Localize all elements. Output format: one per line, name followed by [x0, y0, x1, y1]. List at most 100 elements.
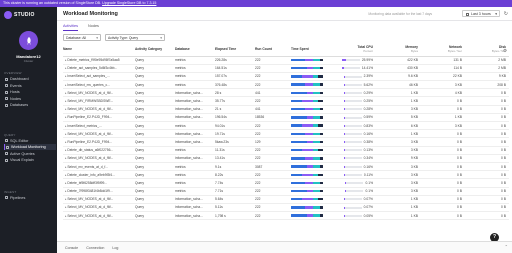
- expand-panel-icon[interactable]: ⌃: [505, 244, 508, 249]
- elapsed-time-cell: 7.74s: [215, 178, 255, 188]
- activity-name-cell[interactable]: ▸ Select_MV_NODES_at_d_f6f...: [63, 195, 135, 204]
- column-header-elapsed-time[interactable]: Elapsed Time: [215, 45, 255, 57]
- time-spent-bar: [291, 91, 323, 95]
- table-row[interactable]: ▸ Delete_bf5f6258dff3f5f99... Query metric…: [63, 178, 509, 188]
- table-row[interactable]: ▸ Delete_metrics_f9f0e95d98f7a5aa5 Query m…: [63, 56, 509, 65]
- time-spent-segment: [302, 198, 314, 201]
- sidebar-item-nodes[interactable]: Nodes: [4, 96, 56, 102]
- refresh-icon[interactable]: ↻: [504, 11, 508, 17]
- tab-nodes[interactable]: Nodes: [88, 24, 99, 31]
- sidebar-item-active-queries[interactable]: Active Queries: [4, 151, 56, 157]
- filter-bar: Database: All ▾ Activity Type: Query ▾: [63, 34, 165, 41]
- upgrade-link[interactable]: Upgrade SingleStore DB to 7.3.15: [102, 1, 156, 5]
- column-header-activity-category[interactable]: Activity Category: [135, 45, 175, 57]
- table-row[interactable]: ▸ Select_MV_NODES_at_d_f6f... Query inform…: [63, 129, 509, 139]
- table-row[interactable]: ▸ InsertSelect_mv_queries_c... Query metri…: [63, 80, 509, 90]
- column-header-time-spent[interactable]: Time Spent: [291, 45, 331, 57]
- time-spent-segment: [291, 214, 307, 217]
- time-spent-segment: [291, 75, 303, 78]
- database-cell: metrics: [175, 56, 215, 65]
- sidebar-item-events[interactable]: Events: [4, 83, 56, 89]
- cpu-value: 2.39%: [363, 74, 373, 79]
- table-row[interactable]: ▸ Select_MV_NODES_at_d_f6f... Query inform…: [63, 105, 509, 114]
- activity-name-cell[interactable]: ▸ Delete_7f998f3481f4b8dd1f9...: [63, 187, 135, 196]
- sidebar-item-databases[interactable]: Databases: [4, 102, 56, 108]
- activity-category-cell: Query: [135, 154, 175, 163]
- table-row[interactable]: ▸ Delete_db_status_a6f022756... Query metr…: [63, 146, 509, 155]
- table-row[interactable]: ▸ RunPipeline_E2.P4JD_F994... Query inform…: [63, 137, 509, 147]
- table-row[interactable]: ▸ Select_mv_events_at_d_f... Query metrics…: [63, 162, 509, 172]
- nav-item-icon: [5, 196, 8, 199]
- tab-log[interactable]: Log: [112, 246, 118, 250]
- activity-name-cell[interactable]: ▸ Select_MV_NODES_at_d_f6f...: [63, 88, 135, 98]
- tab-connection[interactable]: Connection: [86, 246, 104, 250]
- table-row[interactable]: ▸ Select_MV_NODES_at_d_f6f... Query inform…: [63, 195, 509, 204]
- time-spent-segment: [319, 165, 323, 168]
- run-count-cell: 222: [255, 80, 291, 90]
- nav-item-icon: [5, 103, 8, 107]
- sidebar-item-workload-monitoring[interactable]: Workload Monitoring: [4, 144, 56, 150]
- activity-name-cell[interactable]: ▸ RunPipeline_E2.P4JD_F994...: [63, 113, 135, 123]
- cpu-usage-bar: [343, 91, 362, 94]
- activity-name-cell[interactable]: ▸ Select_MV_NODES_at_d_f6f...: [63, 154, 135, 163]
- column-header-network[interactable]: Network Bytes / Sec: [421, 45, 465, 57]
- sidebar-item-hosts[interactable]: Hosts: [4, 89, 56, 95]
- table-row[interactable]: ▸ InsertSelect_metrics_... Query metrics 94…: [63, 121, 509, 131]
- table-row[interactable]: ▸ RunPipeline_E2.P4JD_F994... Query inform…: [63, 113, 509, 123]
- table-row[interactable]: ▸ Delete_cluster_info_a9eb9f3f4... Query m…: [63, 170, 509, 180]
- activity-name-cell[interactable]: ▸ Delete_metrics_f9f0e95d98f7a5aa5: [63, 56, 135, 65]
- sidebar-item-visual-explain[interactable]: Visual Explain: [4, 157, 56, 163]
- banner-text: This cluster is running an outdated vers…: [3, 1, 102, 5]
- activity-name-cell[interactable]: ▸ Select_mv_events_at_d_f...: [63, 162, 135, 172]
- table-row[interactable]: ▸ Select_MV_NODES_at_d_f6f... Query inform…: [63, 154, 509, 163]
- sidebar-item-dashboard[interactable]: Dashboard: [4, 76, 56, 82]
- activity-name-cell[interactable]: ▸ InsertSelect_act_samples_...: [63, 72, 135, 82]
- activity-name-cell[interactable]: ▸ Delete_db_status_a6f022756...: [63, 146, 135, 155]
- table-row[interactable]: ▸ Select_MV_FIRMWSBDSWE... Query informati…: [63, 96, 509, 106]
- workspace-avatar[interactable]: [19, 31, 38, 50]
- time-range-select[interactable]: Last 3 hours ▾: [462, 10, 500, 17]
- run-count-cell: 222: [255, 154, 291, 163]
- studio-logo[interactable]: STUDIO: [4, 10, 35, 19]
- table-row[interactable]: ▸ Select_MV_NODES_at_d_f6f... Query inform…: [63, 203, 509, 213]
- activity-type-filter[interactable]: Activity Type: Query ▾: [105, 34, 165, 41]
- tab-activities[interactable]: Activities: [63, 24, 78, 31]
- activity-name-cell[interactable]: ▸ Select_MV_FIRMWSBDSWE...: [63, 96, 135, 106]
- column-header-label: Run Count: [255, 47, 272, 52]
- activity-name-cell[interactable]: ▸ Select_MV_NODES_at_d_f6f...: [63, 203, 135, 213]
- sidebar-item-pipelines[interactable]: Pipelines: [4, 195, 56, 201]
- total-cpu-cell: 0.1%: [331, 187, 376, 196]
- table-row[interactable]: ▸ Delete_act_samples_5d6f3c4bb... Query me…: [63, 64, 509, 73]
- activity-name-cell[interactable]: ▸ InsertSelect_mv_queries_c...: [63, 80, 135, 90]
- cpu-usage-bar: [343, 214, 362, 217]
- table-row[interactable]: ▸ InsertSelect_act_samples_... Query metri…: [63, 72, 509, 82]
- time-spent-segment: [291, 206, 306, 209]
- activity-name-cell[interactable]: ▸ RunPipeline_E2.P4JD_F994...: [63, 137, 135, 147]
- run-count-cell: 3087: [255, 162, 291, 172]
- database-filter[interactable]: Database: All ▾: [63, 34, 101, 41]
- activity-name-cell[interactable]: ▸ Select_MV_NODES_at_d_f6f...: [63, 129, 135, 139]
- column-header-name[interactable]: Name: [63, 45, 135, 57]
- activity-name-cell[interactable]: ▸ Select_MV_NODES_at_d_f6f...: [63, 211, 135, 221]
- activity-name-cell[interactable]: ▸ InsertSelect_metrics_...: [63, 121, 135, 131]
- activity-name-cell[interactable]: ▸ Delete_bf5f6258dff3f5f99...: [63, 178, 135, 188]
- table-row[interactable]: ▸ Select_MV_NODES_at_d_f6f... Query inform…: [63, 88, 509, 98]
- activity-name-cell[interactable]: ▸ Select_MV_NODES_at_d_f6f...: [63, 105, 135, 114]
- cpu-usage-bar: [345, 182, 364, 185]
- activity-name-cell[interactable]: ▸ Delete_act_samples_5d6f3c4bb...: [63, 64, 135, 73]
- sidebar-item-sql-editor[interactable]: SQL Editor: [4, 138, 56, 144]
- workspace-type: Cluster: [23, 59, 34, 63]
- column-header-memory[interactable]: Memory Bytes: [376, 45, 421, 57]
- column-header-total-cpu[interactable]: Total CPU Percent: [331, 45, 376, 57]
- column-header-disk[interactable]: Disk Bytes / Sec: [465, 45, 509, 57]
- activity-name-cell[interactable]: ▸ Delete_cluster_info_a9eb9f3f4...: [63, 170, 135, 180]
- run-count-cell: 222: [255, 64, 291, 73]
- tab-console[interactable]: Console: [65, 246, 78, 250]
- disk-cell: 0 B: [465, 88, 509, 98]
- run-count-cell: 129: [255, 137, 291, 147]
- column-header-run-count[interactable]: Run Count: [255, 45, 291, 57]
- table-row[interactable]: ▸ Select_MV_NODES_at_d_f6f... Query inform…: [63, 211, 509, 221]
- column-header-database[interactable]: Database: [175, 45, 215, 57]
- table-row[interactable]: ▸ Delete_7f998f3481f4b8dd1f9... Query metr…: [63, 187, 509, 196]
- time-spent-segment: [305, 206, 314, 209]
